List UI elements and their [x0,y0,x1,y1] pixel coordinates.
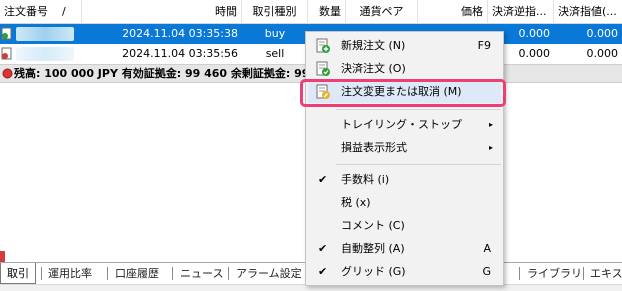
column-header-order-no[interactable]: 注文番号 / [0,0,82,24]
menu-item-label: 税 (x) [341,196,371,209]
menu-item-label: 損益表示形式 [341,141,407,154]
menu-item-label: 決済注文 (O) [341,62,406,75]
menu-item-comment[interactable]: コメント (C) [308,215,501,237]
column-header-label: 注文番号 [4,5,48,18]
balance-text: 残高: 100 000 JPY 有効証拠金: 99 460 余剰証拠金: 99 [14,67,310,80]
row-tp: 0.000 [586,47,619,60]
tab-experts[interactable]: エキスパ [590,263,622,284]
row-type: sell [265,47,285,60]
menu-item-shortcut: G [482,265,491,278]
check-icon: ✔ [318,173,328,186]
submenu-arrow-icon: ▸ [488,120,493,129]
tab-trade[interactable]: 取引 [0,263,36,284]
row-tp: 0.000 [586,27,619,40]
menu-item-shortcut: A [483,242,491,255]
row-time: 2024.11.04 03:35:56 [122,47,238,60]
balance-icon [2,68,13,79]
order-number-redacted [16,47,74,61]
menu-item-close-order[interactable]: 決済注文 (O) [308,58,501,80]
column-header-qty[interactable]: 数量 [308,0,346,24]
tab-separator [519,267,520,280]
tab-separator [107,267,108,280]
close-order-icon [316,61,330,76]
order-number-redacted [16,27,74,41]
terminal-window: 注文番号 / 時間 取引種別 数量 通貨ペア 価格 決済逆指... 決済指値(.… [0,0,622,291]
column-header-pair[interactable]: 通貨ペア [346,0,418,24]
menu-item-label: コメント (C) [341,219,405,232]
menu-item-shortcut: F9 [477,39,491,52]
tab-exposure[interactable]: 運用比率 [48,263,92,284]
menu-separator [336,164,501,165]
column-header-sl[interactable]: 決済逆指... [488,0,554,24]
column-header-type[interactable]: 取引種別 [242,0,308,24]
context-menu: 新規注文 (N) F9 決済注文 (O) 注文変更または取消 (M) トレイリン… [305,31,504,286]
column-header-time[interactable]: 時間 [82,0,242,24]
menu-item-trailing-stop[interactable]: トレイリング・ストップ ▸ [308,114,501,136]
check-icon: ✔ [318,265,328,278]
menu-item-auto-arrange[interactable]: ✔ 自動整列 (A) A [308,238,501,260]
row-time: 2024.11.04 03:35:38 [122,27,238,40]
tab-separator [172,267,173,280]
menu-item-label: グリッド (G) [341,265,406,278]
trade-buy-icon [1,27,12,40]
menu-item-label: トレイリング・ストップ [341,118,462,131]
menu-item-commission[interactable]: ✔ 手数料 (i) [308,169,501,191]
menu-item-label: 手数料 (i) [341,173,390,186]
highlight-annotation-box [300,79,506,107]
tab-separator [41,267,42,280]
trade-sell-icon [1,47,12,60]
menu-item-new-order[interactable]: 新規注文 (N) F9 [308,35,501,57]
tab-library[interactable]: ライブラリ [527,263,582,284]
tab-alerts[interactable]: アラーム設定 [236,263,302,284]
menu-item-profit-display[interactable]: 損益表示形式 ▸ [308,137,501,159]
check-icon: ✔ [318,242,328,255]
column-header-tp[interactable]: 決済指値(... [554,0,622,24]
tab-news[interactable]: ニュース [180,263,223,284]
table-header: 注文番号 / 時間 取引種別 数量 通貨ペア 価格 決済逆指... 決済指値(.… [0,0,622,24]
sort-indicator: / [62,5,66,18]
tab-separator [228,267,229,280]
tab-separator [583,267,584,280]
menu-item-label: 新規注文 (N) [341,39,406,52]
column-header-price[interactable]: 価格 [418,0,488,24]
submenu-arrow-icon: ▸ [488,143,493,152]
tab-account-history[interactable]: 口座履歴 [115,263,159,284]
menu-item-tax[interactable]: 税 (x) [308,192,501,214]
row-type: buy [264,27,286,40]
menu-item-label: 自動整列 (A) [341,242,405,255]
menu-separator [336,109,501,110]
menu-item-grid[interactable]: ✔ グリッド (G) G [308,261,501,283]
new-order-icon [316,38,330,53]
